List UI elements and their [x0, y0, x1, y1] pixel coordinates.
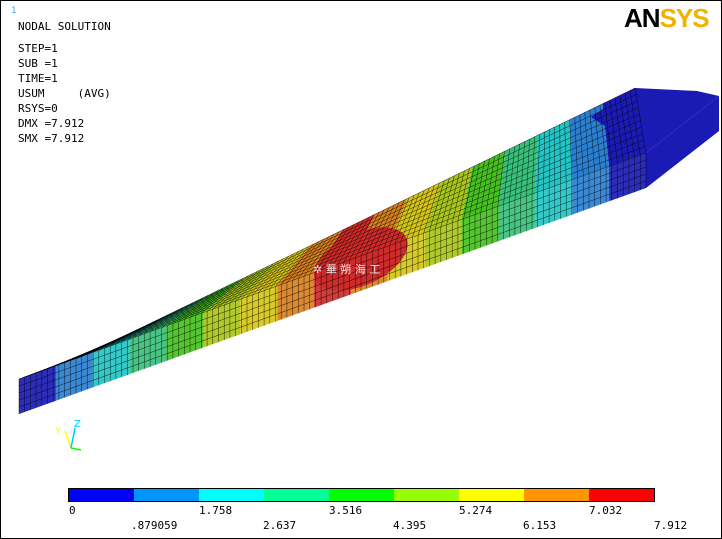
legend-swatch-3 — [264, 489, 329, 501]
legend-label-8: 7.032 — [589, 504, 623, 517]
legend-label-0: 0 — [69, 504, 76, 517]
legend-color-bar — [68, 488, 655, 502]
legend-label-6: 5.274 — [459, 504, 493, 517]
mesh-front-hline — [18, 180, 647, 408]
legend-label-5: 4.395 — [393, 519, 427, 532]
legend-label-7: 6.153 — [523, 519, 557, 532]
legend-swatch-1 — [134, 489, 199, 501]
legend-swatch-5 — [394, 489, 459, 501]
coordinate-triad: Y Z — [54, 419, 82, 451]
mesh-front-hline — [18, 173, 647, 401]
graphics-viewport[interactable]: 1 ANSYS NODAL SOLUTION STEP=1 SUB =1 TIM… — [0, 0, 722, 539]
legend-swatch-0 — [69, 489, 134, 501]
legend-label-4: 3.516 — [329, 504, 363, 517]
legend-label-1: .879059 — [131, 519, 178, 532]
watermark-text: ✲ 華 朔 海 工 — [313, 263, 381, 276]
triad-z-label: Z — [74, 419, 81, 430]
legend-swatch-6 — [459, 489, 524, 501]
legend-swatch-7 — [524, 489, 589, 501]
triad-y-label: Y — [54, 426, 62, 437]
front-band-2 — [92, 339, 130, 388]
legend-swatch-8 — [589, 489, 654, 501]
legend-label-2: 1.758 — [199, 504, 233, 517]
legend-label-9: 7.912 — [654, 519, 688, 532]
mesh-front-hline — [18, 166, 647, 394]
legend-label-3: 2.637 — [263, 519, 297, 532]
legend-swatch-2 — [199, 489, 264, 501]
legend-swatch-4 — [329, 489, 394, 501]
